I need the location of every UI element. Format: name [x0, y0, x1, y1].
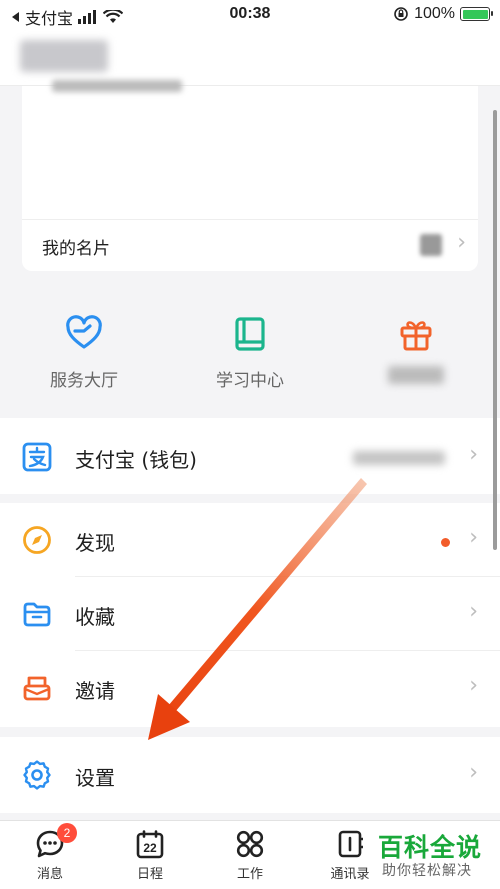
contacts-icon — [338, 830, 363, 858]
namecard-qr-thumb — [420, 234, 442, 256]
status-bar: 支付宝 00:38 100% — [0, 0, 500, 30]
profile-area: 我的名片 › 服务大厅 学习中心 — [0, 80, 500, 408]
battery-percent: 100% — [414, 5, 455, 22]
orientation-lock-icon — [394, 7, 408, 21]
watermark: 百科全说 助你轻松解决 — [372, 826, 500, 889]
unread-badge: 2 — [57, 823, 77, 843]
menu-row-discover[interactable]: 发现 › — [0, 503, 500, 577]
book-icon — [235, 317, 265, 351]
tab-label: 消息 — [36, 867, 63, 882]
chevron-right-icon: › — [469, 673, 478, 698]
gear-icon — [23, 760, 51, 790]
menu-row-wallet[interactable]: 支付宝 (钱包) › — [0, 420, 500, 494]
wallet-section: 支付宝 (钱包) › — [0, 418, 500, 494]
compass-icon — [23, 526, 51, 554]
alipay-icon — [22, 442, 52, 472]
menu-row-label: 设置 — [75, 766, 115, 790]
tab-icon-wrap — [335, 829, 365, 859]
menu-row-label: 收藏 — [75, 605, 115, 629]
status-right: 100% — [393, 5, 493, 23]
tab-label: 日程 — [136, 867, 163, 882]
my-namecard-row[interactable]: 我的名片 › — [22, 219, 478, 271]
calendar-icon: 22 — [136, 830, 164, 859]
shortcut-label-blurred — [356, 366, 476, 389]
grid-icon — [236, 830, 264, 858]
main-menu-section: 发现 › 收藏 › 邀请 › — [0, 503, 500, 727]
tab-schedule[interactable]: 22 日程 — [100, 829, 200, 882]
watermark-subtitle: 助你轻松解决 — [382, 863, 472, 879]
battery-icon — [460, 7, 493, 21]
tab-icon-wrap — [235, 829, 265, 859]
chevron-right-icon: › — [457, 230, 466, 255]
shortcut-label: 服务大厅 — [50, 371, 118, 391]
watermark-title: 百科全说 — [378, 833, 483, 862]
tab-icon-wrap: 22 — [135, 829, 165, 859]
shortcut-grid: 服务大厅 学习中心 — [0, 304, 500, 408]
menu-row-invite[interactable]: 邀请 › — [0, 651, 500, 725]
shortcut-learning-center[interactable]: 学习中心 — [190, 314, 310, 391]
settings-section: 设置 › — [0, 737, 500, 813]
invite-icon — [23, 676, 51, 701]
menu-row-settings[interactable]: 设置 › — [0, 738, 500, 812]
chevron-right-icon: › — [469, 760, 478, 785]
notification-dot — [441, 538, 450, 547]
chevron-right-icon: › — [469, 442, 478, 467]
shortcut-gift[interactable] — [356, 314, 476, 389]
heart-hand-icon — [66, 315, 102, 349]
blurred-text — [52, 80, 182, 92]
menu-row-favorites[interactable]: 收藏 › — [0, 577, 500, 651]
menu-row-label: 发现 — [75, 531, 115, 555]
tab-label: 工作 — [236, 867, 263, 882]
shortcut-label: 学习中心 — [216, 371, 284, 391]
gift-icon — [400, 321, 432, 351]
page-header — [0, 30, 500, 86]
blurred-balance — [353, 451, 445, 465]
folder-icon — [23, 602, 51, 627]
tab-icon-wrap: 2 — [35, 823, 77, 859]
chevron-right-icon: › — [469, 599, 478, 624]
tab-work[interactable]: 工作 — [200, 829, 300, 882]
namecard-label: 我的名片 — [42, 239, 110, 259]
menu-row-label: 邀请 — [75, 679, 115, 703]
blurred-title — [20, 40, 108, 72]
chevron-right-icon: › — [469, 525, 478, 550]
calendar-day: 22 — [143, 841, 157, 855]
shortcut-service-hall[interactable]: 服务大厅 — [24, 314, 144, 391]
scrollbar[interactable] — [493, 110, 497, 550]
menu-row-label: 支付宝 (钱包) — [75, 448, 197, 472]
tab-messages[interactable]: 2 消息 — [0, 823, 100, 882]
